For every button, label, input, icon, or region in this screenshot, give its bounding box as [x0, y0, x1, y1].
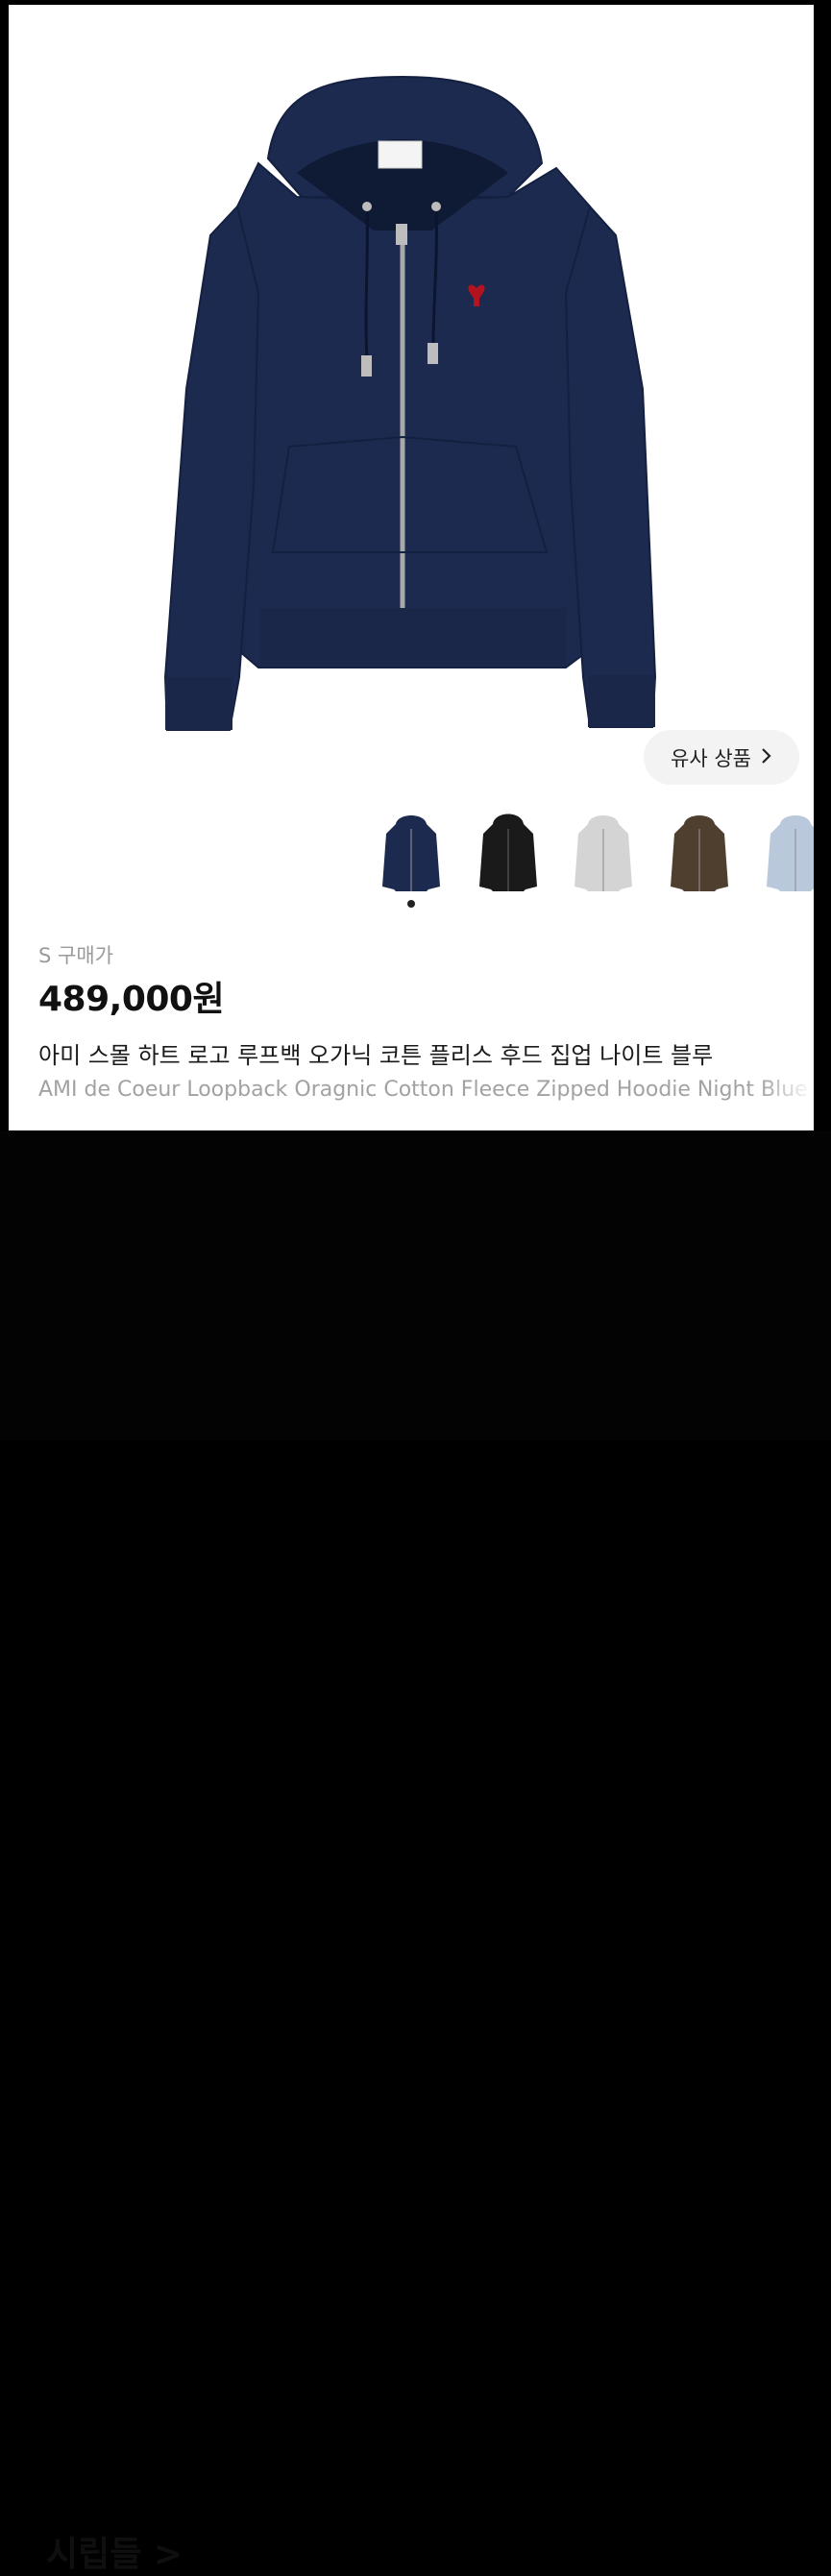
title-fade-overlay: [760, 1033, 814, 1119]
background-area: 시립들 >: [0, 1130, 831, 2574]
thumbnail-navy[interactable]: [379, 805, 444, 901]
similar-products-button[interactable]: 유사 상품: [644, 730, 799, 785]
carousel-indicator-dot: [407, 900, 415, 908]
color-thumbnail-strip[interactable]: [379, 805, 814, 901]
thumbnail-grey[interactable]: [571, 805, 636, 901]
product-card: 유사 상품 S 구매가 489,000원 아미 스몰 하트 로고 루프백 오가닉…: [9, 5, 814, 1130]
product-hero-image: [9, 5, 814, 764]
background-heading: 시립들 >: [46, 2535, 183, 2574]
thumbnail-lightblue[interactable]: [763, 805, 814, 901]
size-price-label: S 구매가: [38, 944, 113, 967]
thumbnail-black[interactable]: [476, 805, 541, 901]
product-price: 489,000원: [38, 980, 225, 1019]
similar-products-label: 유사 상품: [671, 746, 751, 770]
hoodie-image: [163, 75, 657, 731]
chevron-right-icon: [761, 746, 772, 769]
thumbnail-brown[interactable]: [667, 805, 732, 901]
product-title-english[interactable]: AMI de Coeur Loopback Oragnic Cotton Fle…: [38, 1078, 807, 1102]
product-title-korean[interactable]: 아미 스몰 하트 로고 루프백 오가닉 코튼 플리스 후드 집업 나이트 블루: [38, 1036, 807, 1070]
